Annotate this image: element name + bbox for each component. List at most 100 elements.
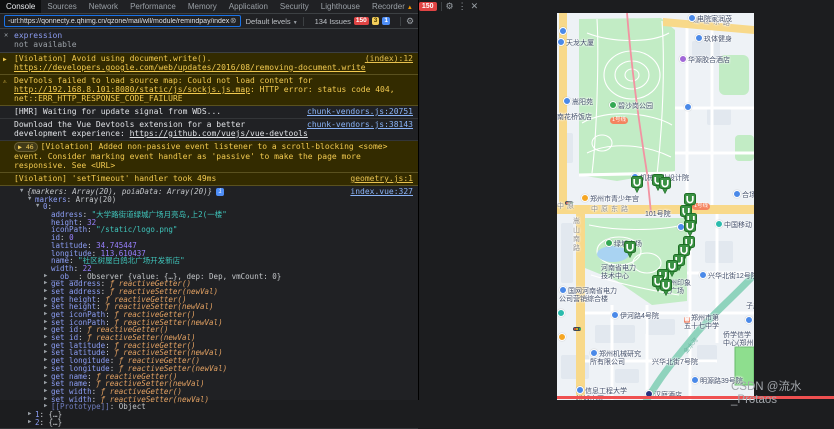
map-label: 电院家润茂: [688, 14, 732, 24]
tree-line: ▼markers: Array(20): [14, 196, 413, 204]
tab-lighthouse[interactable]: Lighthouse: [315, 0, 366, 13]
poi-icon: [684, 103, 692, 111]
map-label: 101号院: [645, 211, 671, 219]
tree-segment: Array(20): [76, 195, 117, 204]
expand-arrow-icon[interactable]: ▶: [3, 55, 7, 64]
source-link[interactable]: geometry.js:1: [350, 174, 413, 183]
source-link[interactable]: chunk-vendors.js:20751: [307, 107, 413, 116]
expand-arrow-icon[interactable]: ▶: [44, 288, 51, 296]
tree-segment: :: [67, 195, 76, 204]
expand-arrow-icon[interactable]: ▶: [28, 411, 35, 419]
map-label: 1号线: [610, 117, 628, 124]
expression-label: expression: [14, 31, 414, 40]
map-label: 中国移动: [715, 220, 752, 230]
map-label: 兴华北街7号院: [652, 359, 698, 367]
expand-arrow-icon[interactable]: ▶: [28, 419, 35, 427]
tab-memory[interactable]: Memory: [182, 0, 223, 13]
map-marker[interactable]: [624, 241, 636, 258]
expand-arrow-icon[interactable]: ▶: [44, 273, 51, 281]
expand-arrow-icon[interactable]: ▶: [44, 303, 51, 311]
expand-arrow-icon[interactable]: ▶: [44, 373, 51, 381]
map-viewport[interactable]: 建设东路电院家润茂玖体健身华源胶合酒店天龙大厦嵩阳苑南花桥饭店碧沙岗公园1号线郑…: [557, 13, 754, 400]
map-label: M郑州市第五十七中学: [684, 315, 719, 331]
poi-icon: [745, 316, 753, 324]
map-label: 华源胶合酒店: [679, 55, 730, 65]
remove-expression-icon[interactable]: ✕: [4, 31, 8, 39]
expand-arrow-icon[interactable]: ▶: [44, 296, 51, 304]
map-marker[interactable]: [659, 177, 671, 194]
expand-arrow-icon[interactable]: ▶: [44, 380, 51, 388]
expand-arrow-icon[interactable]: ▶: [44, 326, 51, 334]
poi-icon: [605, 239, 613, 247]
issues-warning-badge: 3: [372, 17, 380, 25]
object-tree: ▼{markers: Array(20), poiaData: Array(20…: [14, 188, 413, 426]
clear-filter-icon[interactable]: ⊗: [230, 17, 237, 25]
poi-icon: [557, 309, 565, 317]
map-label: 子产: [746, 303, 754, 311]
tab-console[interactable]: Console: [0, 0, 41, 13]
kebab-menu-icon[interactable]: ⋮: [458, 0, 467, 13]
console-message: ▶ 46[Violation] Added non-passive event …: [0, 141, 418, 173]
expand-arrow-icon[interactable]: ▼: [28, 196, 35, 204]
map-marker[interactable]: [631, 176, 643, 193]
poi-icon: [559, 286, 567, 294]
poi-icon: [611, 311, 619, 319]
error-count-badge[interactable]: 150: [419, 2, 437, 11]
expand-arrow-icon[interactable]: ▼: [36, 203, 43, 211]
console-message: chunk-vendors.js:38143Download the Vue D…: [0, 119, 418, 141]
filter-input[interactable]: [8, 18, 230, 25]
expand-arrow-icon[interactable]: ▶: [44, 349, 51, 357]
map-marker[interactable]: [660, 279, 672, 296]
poi-icon: [691, 376, 699, 384]
source-link[interactable]: (index):12: [365, 54, 413, 63]
console-toolbar: ⊗ Default levels ▼ 134 Issues 150 3 1 ⚙: [0, 14, 418, 29]
map-label: 郑州市青少年宫: [581, 194, 639, 204]
live-expression[interactable]: ✕ expression not available: [0, 29, 418, 53]
divider: [303, 17, 304, 26]
close-icon[interactable]: ✕: [471, 0, 479, 13]
expand-arrow-icon[interactable]: ▼: [20, 188, 27, 196]
expand-arrow-icon[interactable]: ▶: [44, 311, 51, 319]
poi-icon: [559, 27, 567, 35]
recorder-warning-icon: ▲: [407, 5, 413, 11]
console-message: ⚠DevTools failed to load source map: Cou…: [0, 75, 418, 106]
expand-arrow-icon[interactable]: ▶: [44, 396, 51, 404]
tab-network[interactable]: Network: [83, 0, 124, 13]
poi-icon: [715, 220, 723, 228]
map-label: 嵩阳苑: [563, 97, 593, 107]
expand-arrow-icon[interactable]: ▶: [44, 342, 51, 350]
map-label: 侨学信学中心(郑州: [723, 332, 753, 347]
message-text: [Violation] Added non-passive event list…: [14, 142, 387, 170]
console-messages: ▶ (index):12[Violation] Avoid using docum…: [0, 53, 418, 429]
map-label: 玖体健身: [695, 34, 732, 44]
console-settings-gear-icon[interactable]: ⚙: [406, 15, 414, 28]
issues-info-badge: 1: [382, 17, 390, 25]
tab-security[interactable]: Security: [274, 0, 315, 13]
expand-arrow-icon[interactable]: ▶: [44, 365, 51, 373]
poi-icon: [699, 271, 707, 279]
devtools-tabbar: ConsoleSourcesNetworkPerformanceMemoryAp…: [0, 0, 418, 14]
tab-application[interactable]: Application: [223, 0, 274, 13]
expand-arrow-icon[interactable]: ▶: [44, 334, 51, 342]
tab-recorder[interactable]: Recorder▲: [366, 0, 419, 13]
settings-gear-icon[interactable]: ⚙: [446, 0, 454, 13]
expand-arrow-icon[interactable]: ▶: [44, 280, 51, 288]
map-label: 中原东路: [591, 206, 631, 214]
issues-counter[interactable]: 134 Issues 150 3 1: [315, 17, 390, 26]
poi-icon: [733, 190, 741, 198]
map-label: 兴华北街12号院: [699, 271, 754, 281]
expand-arrow-icon[interactable]: ▶: [44, 357, 51, 365]
tab-sources[interactable]: Sources: [41, 0, 82, 13]
message-text: Download the Vue Devtools extension for …: [14, 120, 308, 138]
poi-icon: [558, 333, 566, 341]
tab-performance[interactable]: Performance: [124, 0, 182, 13]
map-marker[interactable]: [684, 220, 696, 237]
message-text: DevTools failed to load source map: Coul…: [14, 76, 395, 103]
expand-arrow-icon[interactable]: ▶: [44, 319, 51, 327]
violation-count-badge: ▶ 46: [14, 142, 38, 152]
message-text: [Violation] Avoid using document.write()…: [14, 54, 366, 72]
source-link[interactable]: chunk-vendors.js:38143: [307, 120, 413, 129]
log-levels-dropdown[interactable]: Default levels ▼: [246, 17, 298, 26]
devtools-panel: ConsoleSourcesNetworkPerformanceMemoryAp…: [0, 0, 419, 400]
expand-arrow-icon[interactable]: ▶: [44, 388, 51, 396]
